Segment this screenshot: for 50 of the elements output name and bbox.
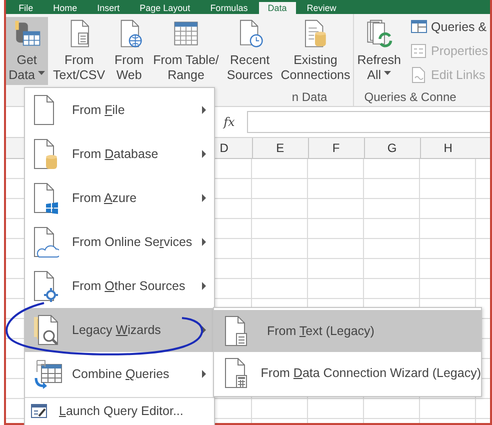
submenu-arrow-icon: [202, 194, 206, 202]
ribbon-button[interactable]: Refresh All: [354, 17, 404, 85]
database-document-icon: [33, 138, 59, 170]
ribbon-tab[interactable]: Formulas: [201, 2, 257, 14]
column-header[interactable]: F: [308, 138, 364, 158]
menu-item[interactable]: From Azure: [25, 176, 214, 220]
windows-document-icon: [33, 182, 59, 214]
column-header[interactable]: H: [420, 138, 476, 158]
ribbon-button[interactable]: Queries &: [408, 17, 490, 37]
menu-item[interactable]: From Other Sources: [25, 264, 214, 308]
ribbon-tab[interactable]: File: [10, 2, 42, 14]
ribbon-button[interactable]: From Table/ Range: [150, 17, 222, 85]
query-editor-icon: [30, 403, 48, 419]
menu-item[interactable]: From Text (Legacy): [214, 310, 481, 352]
column-header[interactable]: G: [364, 138, 420, 158]
ribbon-button[interactable]: From Web: [110, 17, 148, 85]
menu-item[interactable]: Legacy Wizards: [25, 308, 214, 352]
ribbon-button[interactable]: Existing Connections: [278, 17, 354, 85]
ribbon-button[interactable]: From Text/CSV: [50, 17, 108, 85]
submenu-arrow-icon: [202, 150, 206, 158]
combine-table-icon: [33, 358, 63, 390]
menu-item[interactable]: Combine Queries: [25, 352, 214, 396]
ribbon-tab[interactable]: Page Layout: [130, 2, 200, 14]
function-label[interactable]: fx: [224, 115, 235, 129]
submenu-arrow-icon: [202, 238, 206, 246]
menu-item[interactable]: From Online Services: [25, 220, 214, 264]
crosshair-document-icon: [33, 270, 59, 302]
submenu-arrow-icon: [202, 370, 206, 378]
submenu-arrow-icon: [202, 106, 206, 114]
properties-icon: [410, 42, 428, 60]
ribbon-button[interactable]: Get Data: [6, 17, 48, 85]
menu-item[interactable]: From Data Connection Wizard (Legacy): [214, 352, 481, 394]
ribbon-tab[interactable]: Insert: [88, 2, 129, 14]
column-header[interactable]: E: [252, 138, 308, 158]
queries-panel-icon: [410, 18, 428, 36]
ribbon-tab[interactable]: Review: [298, 2, 346, 14]
ribbon-button[interactable]: Recent Sources: [224, 17, 276, 85]
cloud-document-icon: [33, 226, 59, 258]
ribbon-tab[interactable]: Home: [44, 2, 86, 14]
menu-item[interactable]: From File: [25, 88, 214, 132]
formula-input-field[interactable]: [246, 111, 490, 133]
submenu-arrow-icon: [202, 282, 206, 290]
ribbon-tab[interactable]: Data: [258, 2, 296, 14]
calculator-document-icon: [224, 357, 250, 389]
group-label: Queries & Conne: [363, 90, 458, 106]
group-label: n Data: [290, 90, 328, 106]
document-icon: [224, 315, 250, 347]
submenu-arrow-icon: [202, 326, 206, 334]
magnifier-document-icon: [33, 314, 59, 346]
menu-item[interactable]: Launch Query Editor...: [25, 398, 214, 424]
